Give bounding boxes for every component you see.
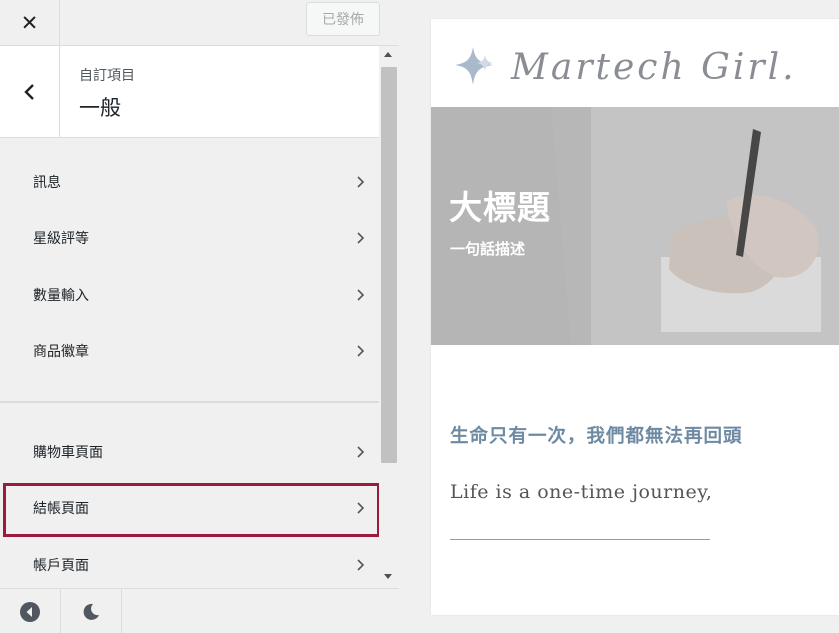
- menu-item-messages[interactable]: 訊息: [0, 154, 379, 210]
- chevron-right-icon: [357, 502, 365, 514]
- menu-item-label: 帳戶頁面: [33, 558, 89, 574]
- collapse-sidebar-button[interactable]: [0, 589, 61, 633]
- hero-subtitle: 一句話描述: [450, 240, 526, 258]
- chevron-right-icon: [357, 345, 365, 357]
- sparkle-icon: [455, 47, 493, 85]
- menu-item-label: 商品徽章: [33, 344, 89, 360]
- logo-text: Martech Girl.: [511, 47, 797, 88]
- hero-banner: 大標題 一句話描述: [431, 107, 839, 345]
- menu-item-product-badges[interactable]: 商品徽章: [0, 323, 379, 379]
- quote-underline: [450, 539, 710, 540]
- menu-item-quantity-input[interactable]: 數量輸入: [0, 267, 379, 323]
- customizer-header: ✕ 已發佈: [0, 0, 399, 46]
- menu-item-star-rating[interactable]: 星級評等: [0, 210, 379, 266]
- chevron-right-icon: [357, 176, 365, 188]
- menu-item-account-page[interactable]: 帳戶頁面: [0, 537, 379, 593]
- customizer-footer: [0, 588, 399, 633]
- menu-item-label: 結帳頁面: [33, 501, 89, 517]
- close-button[interactable]: ✕: [0, 0, 60, 45]
- menu-item-cart-page[interactable]: 購物車頁面: [0, 424, 379, 480]
- section-parent-label: 自訂項目: [79, 68, 135, 84]
- section-title: 一般: [79, 96, 121, 120]
- quote-heading: 生命只有一次，我們都無法再回頭: [450, 426, 743, 447]
- menu-divider: [0, 401, 379, 403]
- section-header: 自訂項目 一般: [0, 46, 379, 138]
- quote-english: Life is a one-time journey,: [450, 481, 713, 503]
- scroll-up-arrow-icon[interactable]: [384, 52, 392, 57]
- scroll-thumb[interactable]: [381, 67, 397, 463]
- menu-item-label: 星級評等: [33, 231, 89, 247]
- chevron-right-icon: [357, 289, 365, 301]
- dark-mode-button[interactable]: [61, 589, 122, 633]
- publish-button[interactable]: 已發佈: [306, 2, 380, 36]
- site-preview: Martech Girl. 大標題 一句話描述 生命只有一次，我們都無法再回頭 …: [431, 19, 839, 615]
- chevron-right-icon: [357, 232, 365, 244]
- back-button[interactable]: [0, 46, 60, 138]
- close-icon: ✕: [20, 10, 39, 35]
- site-logo[interactable]: Martech Girl.: [453, 37, 839, 103]
- scrollbar[interactable]: [379, 46, 399, 588]
- chevron-right-icon: [357, 446, 365, 458]
- dark-mode-icon: [83, 603, 99, 620]
- menu-item-label: 數量輸入: [33, 288, 89, 304]
- hero-title: 大標題: [449, 188, 551, 227]
- chevron-right-icon: [357, 559, 365, 571]
- chevron-left-icon: [23, 84, 34, 100]
- customizer-sidebar: ✕ 已發佈 自訂項目 一般 訊息 星級評等 數量輸入 商品徽章 購物車頁面 結帳…: [0, 0, 399, 633]
- menu-item-checkout-page[interactable]: 結帳頁面: [0, 480, 379, 536]
- menu-item-label: 購物車頁面: [33, 445, 103, 461]
- preview-toggle-icon: [20, 601, 40, 622]
- scroll-down-arrow-icon[interactable]: [384, 574, 392, 579]
- menu-item-label: 訊息: [33, 175, 61, 191]
